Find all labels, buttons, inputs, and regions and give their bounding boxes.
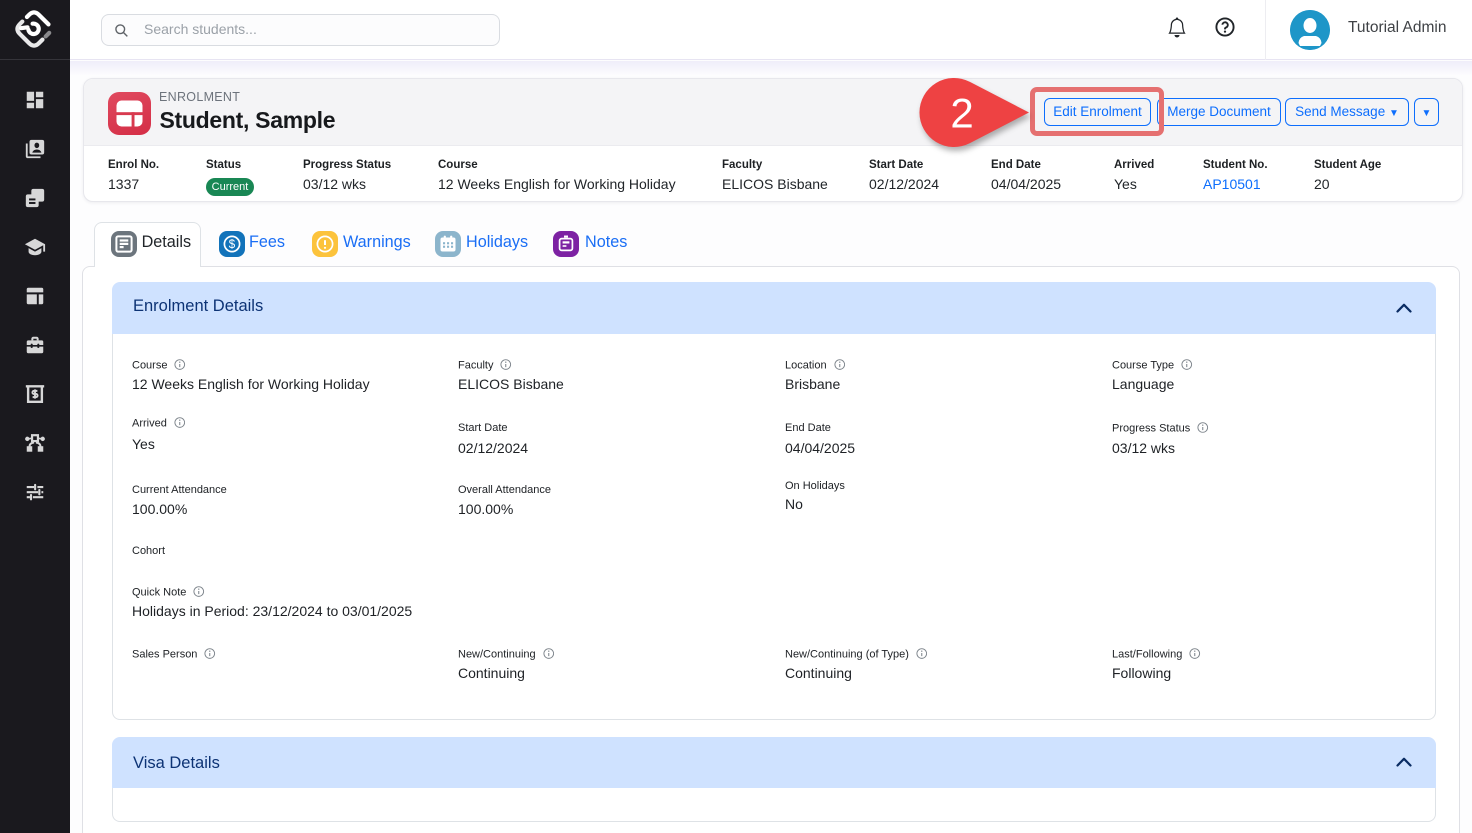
svg-text:$: $ bbox=[229, 239, 236, 251]
svg-text:2: 2 bbox=[950, 90, 973, 137]
